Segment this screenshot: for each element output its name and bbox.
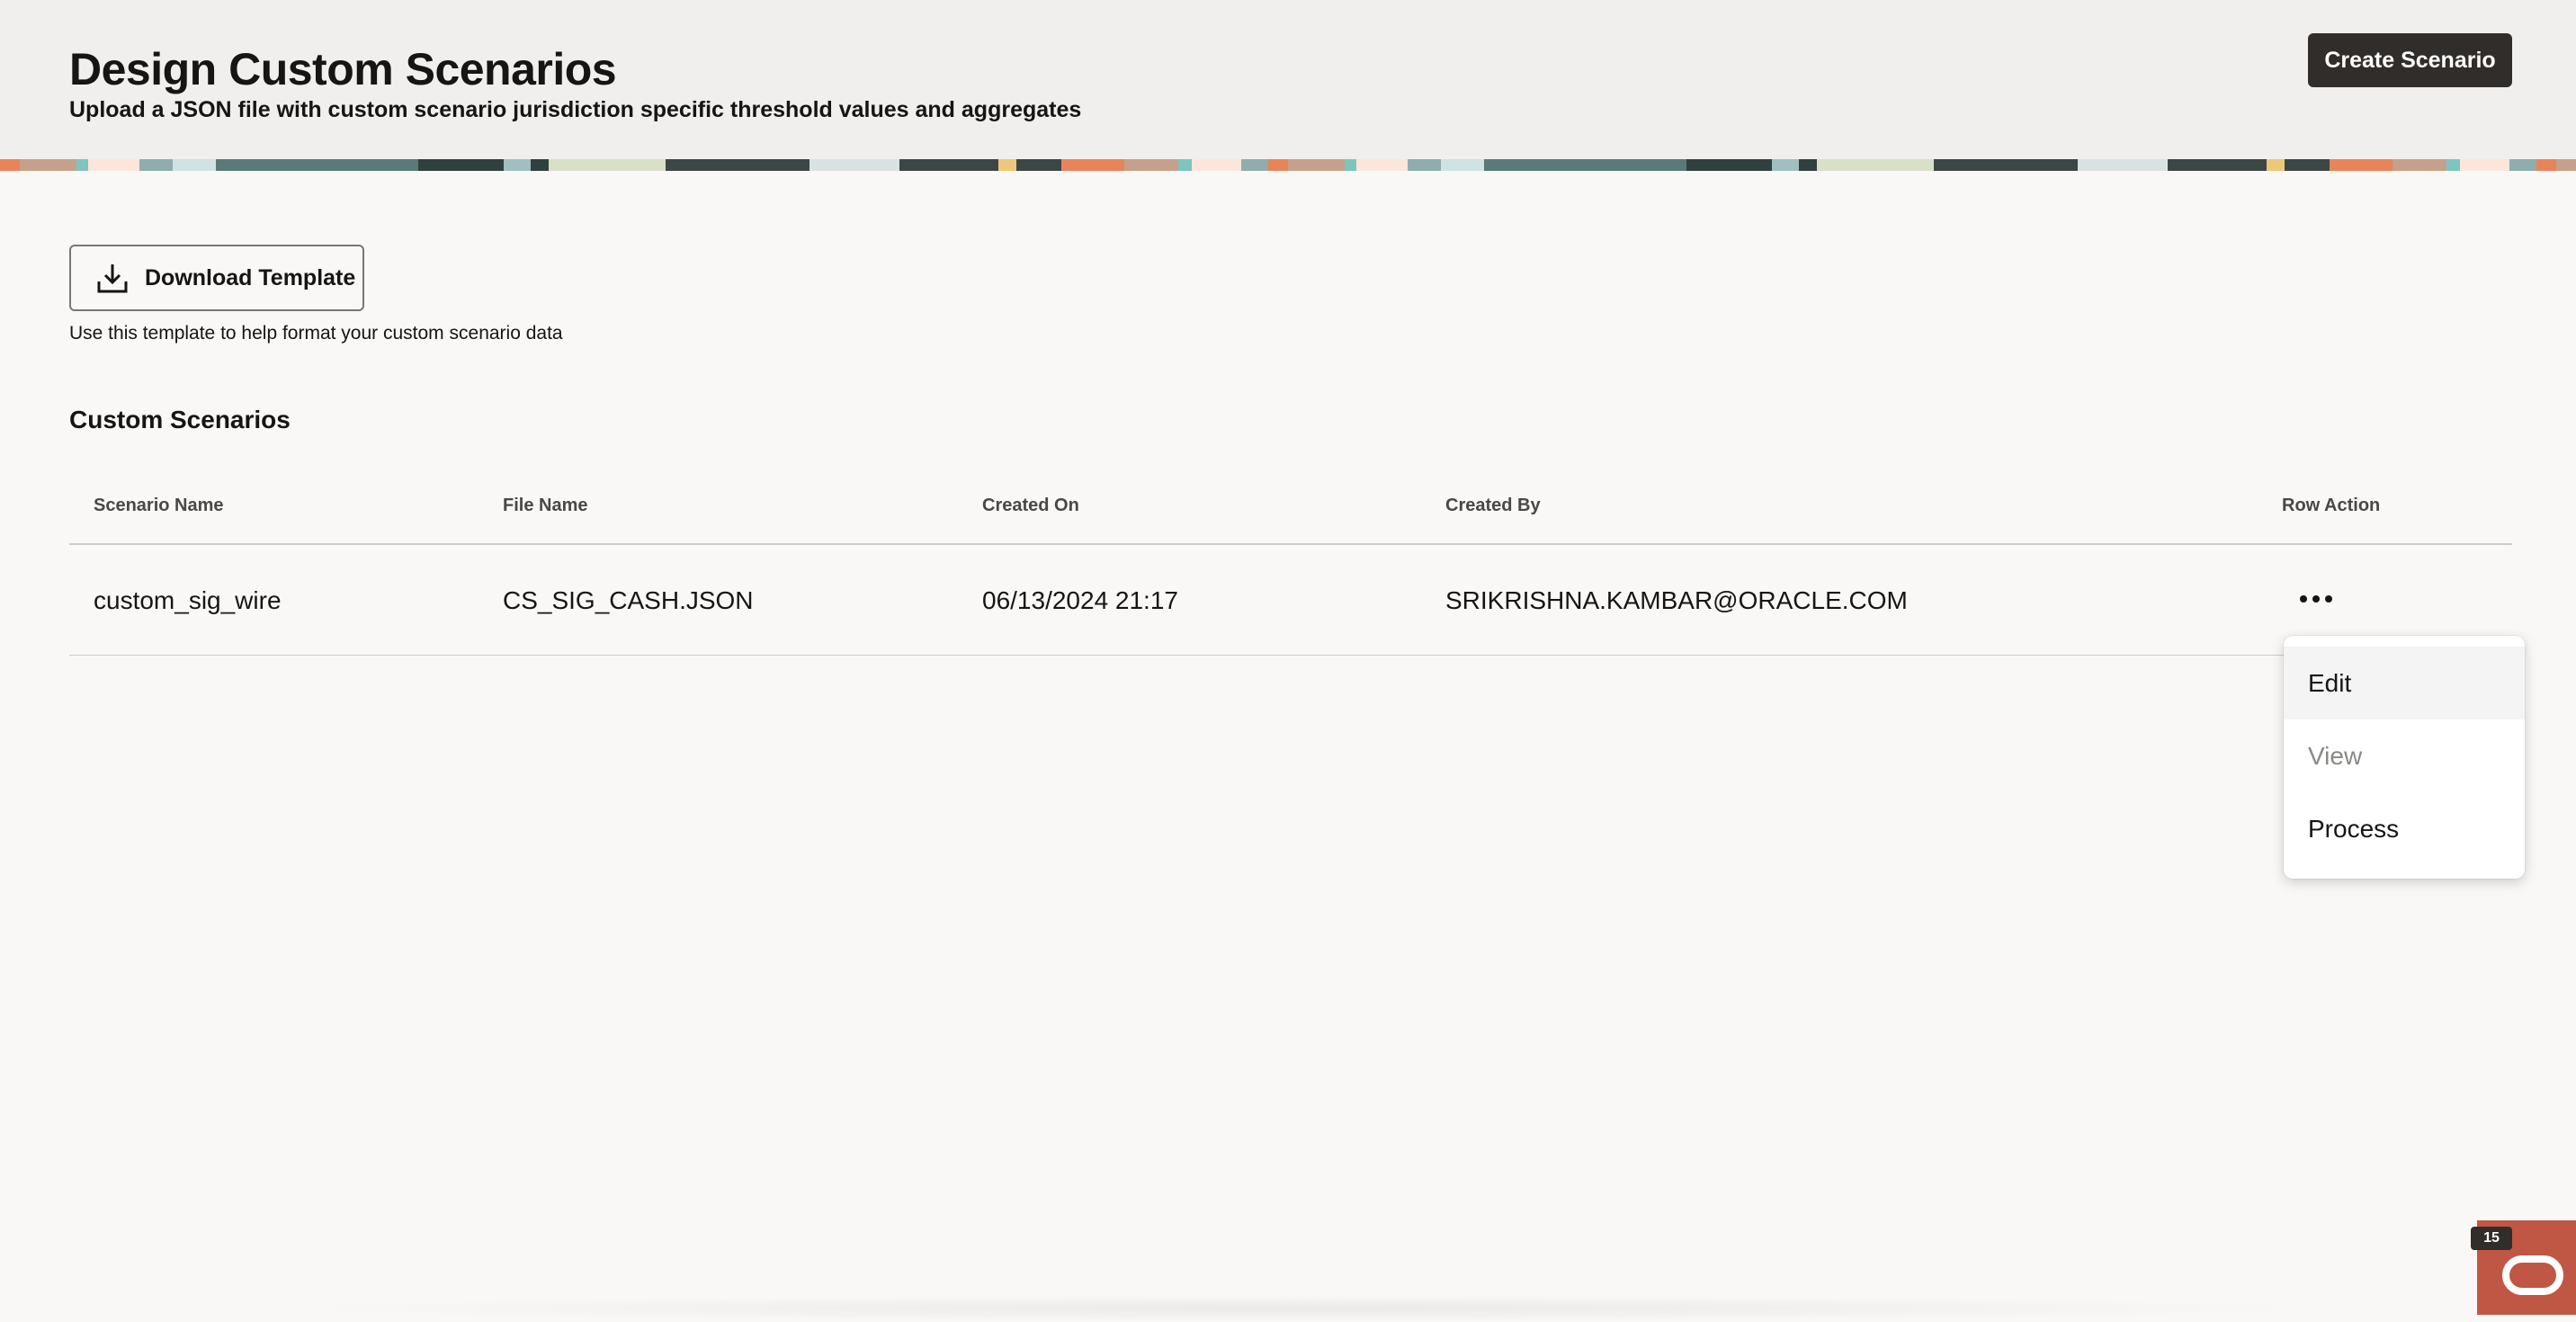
page-subtitle: Upload a JSON file with custom scenario … (69, 97, 1082, 122)
column-header-created-on[interactable]: Created On (982, 496, 1079, 516)
footer-shadow (270, 1295, 2339, 1322)
row-action-menu: Edit View Process (2284, 636, 2525, 879)
section-title: Custom Scenarios (69, 406, 291, 433)
decorative-banner (0, 159, 2576, 171)
download-template-label: Download Template (145, 264, 356, 290)
cell-created-on: 06/13/2024 21:17 (982, 586, 1178, 614)
page-title: Design Custom Scenarios (69, 44, 617, 94)
column-header-row-action: Row Action (2282, 496, 2381, 515)
menu-item-edit[interactable]: Edit (2284, 647, 2525, 719)
cell-file-name: CS_SIG_CASH.JSON (503, 586, 754, 614)
download-icon (97, 264, 128, 293)
column-header-created-by[interactable]: Created By (1445, 496, 1541, 516)
column-header-scenario-name[interactable]: Scenario Name (94, 496, 224, 516)
menu-item-process[interactable]: Process (2284, 792, 2525, 865)
more-horizontal-icon[interactable] (2296, 585, 2336, 613)
oracle-logo-icon (2502, 1255, 2563, 1295)
notification-badge: 15 (2471, 1227, 2512, 1250)
download-helper-text: Use this template to help format your cu… (69, 323, 563, 344)
row-divider (69, 655, 2512, 656)
create-scenario-button[interactable]: Create Scenario (2308, 33, 2512, 87)
column-header-file-name[interactable]: File Name (503, 496, 587, 516)
header-divider (69, 543, 2512, 545)
cell-scenario-name: custom_sig_wire (94, 586, 282, 614)
cell-created-by: SRIKRISHNA.KAMBAR@ORACLE.COM (1445, 586, 1908, 614)
download-template-button[interactable]: Download Template (69, 245, 364, 311)
menu-item-view: View (2308, 741, 2363, 770)
page-header: Design Custom Scenarios Upload a JSON fi… (0, 0, 2576, 159)
